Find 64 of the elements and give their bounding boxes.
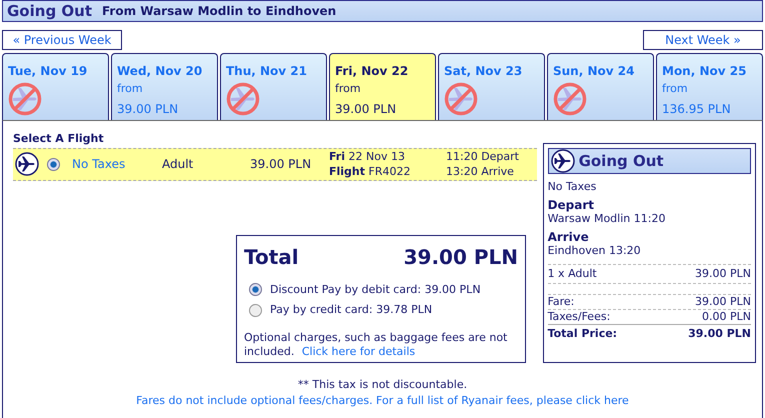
day-price: 39.00 PLN — [335, 100, 398, 118]
plane-icon — [15, 152, 39, 176]
day-tab[interactable]: Thu, Nov 21 — [220, 53, 327, 120]
total-label: Total — [244, 244, 299, 270]
previous-week-button[interactable]: « Previous Week — [2, 30, 122, 50]
radio-button[interactable] — [249, 283, 262, 296]
summary-title: Going Out — [578, 154, 664, 168]
depart-label: Depart — [548, 198, 595, 212]
arrive-time: 13:20 Arrive — [446, 164, 515, 179]
day-label: Wed, Nov 20 — [117, 63, 204, 80]
day-price: 136.95 PLN — [662, 100, 732, 118]
charges-note: Optional charges, such as baggage fees are not included. Click here for details — [244, 330, 508, 358]
no-flight-icon — [8, 82, 42, 116]
day-label: Thu, Nov 21 — [226, 63, 308, 80]
next-week-button[interactable]: Next Week » — [643, 30, 763, 50]
flight-date: Fri 22 Nov 13 — [329, 149, 406, 164]
from-label: from — [335, 81, 362, 97]
details-link[interactable]: Click here for details — [302, 344, 416, 358]
price-label: Fare: — [548, 295, 574, 309]
price-label: Taxes/Fees: — [548, 310, 610, 324]
passenger-type: Adult — [162, 156, 194, 173]
plane-icon — [550, 149, 575, 173]
arrive-label: Arrive — [548, 230, 590, 244]
from-label: from — [117, 81, 144, 97]
flight-row[interactable]: No Taxes Adult 39.00 PLN Fri 22 Nov 13 Flight FR4022 11:20 Depart 13:20 Arrive — [13, 148, 537, 180]
arrive-info: Eindhoven 13:20 — [548, 244, 642, 258]
depart-time: 11:20 Depart — [446, 149, 519, 164]
day-label: Sun, Nov 24 — [553, 63, 636, 80]
no-flight-icon — [553, 82, 587, 116]
day-tab[interactable]: Sun, Nov 24 — [547, 53, 654, 120]
day-tab[interactable]: Mon, Nov 25 from 136.95 PLN — [656, 53, 763, 120]
price-value: 39.00 PLN — [688, 326, 751, 341]
flight-price: 39.00 PLN — [250, 156, 312, 173]
day-price: 39.00 PLN — [117, 100, 180, 118]
fare-type: No Taxes — [72, 156, 126, 173]
radio-button[interactable] — [47, 158, 60, 170]
price-value: 39.00 PLN — [695, 267, 751, 281]
day-label: Mon, Nov 25 — [662, 63, 748, 80]
total-amount: 39.00 PLN — [404, 244, 518, 270]
day-label: Sat, Nov 23 — [444, 63, 524, 80]
price-value: 0.00 PLN — [702, 310, 751, 324]
day-tab[interactable]: Sat, Nov 23 — [438, 53, 545, 120]
day-label: Fri, Nov 22 — [335, 63, 410, 80]
day-label: Tue, Nov 19 — [8, 63, 88, 80]
price-label: Total Price: — [548, 326, 618, 341]
day-tab[interactable]: Tue, Nov 19 — [2, 53, 109, 120]
day-tab[interactable]: Fri, Nov 22 from 39.00 PLN — [329, 53, 436, 120]
payment-option: Pay by credit card: 39.78 PLN — [270, 302, 432, 318]
radio-button[interactable] — [249, 304, 262, 317]
depart-info: Warsaw Modlin 11:20 — [548, 212, 666, 226]
fare-type: No Taxes — [548, 180, 598, 194]
payment-option: Discount Pay by debit card: 39.00 PLN — [270, 282, 481, 298]
page-title: Going Out — [7, 0, 92, 22]
section-title: Select A Flight — [13, 131, 105, 147]
flight-number: Flight FR4022 — [329, 164, 412, 179]
price-label: 1 x Adult — [548, 267, 597, 281]
tax-note: ** This tax is not discountable. — [298, 378, 468, 391]
day-tab[interactable]: Wed, Nov 20 from 39.00 PLN — [111, 53, 218, 120]
fees-link[interactable]: Fares do not include optional fees/charges. For a full list of Ryanair fees, please click here — [136, 394, 629, 407]
price-value: 39.00 PLN — [695, 295, 751, 309]
from-label: from — [662, 81, 689, 97]
route-title: From Warsaw Modlin to Eindhoven — [102, 3, 336, 20]
no-flight-icon — [226, 82, 260, 116]
no-flight-icon — [444, 82, 478, 116]
